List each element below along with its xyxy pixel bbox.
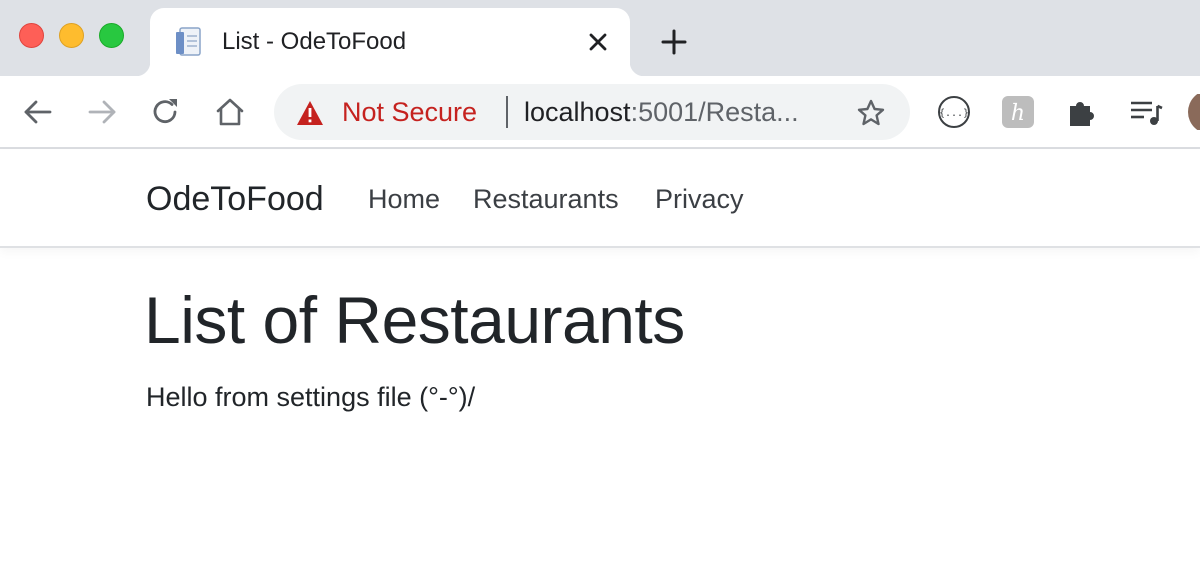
nav-link-privacy[interactable]: Privacy xyxy=(655,184,744,215)
site-brand-link[interactable]: OdeToFood xyxy=(146,180,324,219)
site-navbar: OdeToFood Home Restaurants Privacy xyxy=(0,150,1200,248)
active-tab[interactable]: List - OdeToFood xyxy=(136,8,644,76)
svg-text:{...}: {...} xyxy=(939,108,969,119)
media-playlist-icon[interactable] xyxy=(1128,94,1164,130)
zoom-window-button[interactable] xyxy=(99,23,124,48)
new-tab-plus-icon[interactable] xyxy=(658,26,690,58)
settings-message: Hello from settings file (°-°)/ xyxy=(146,382,476,412)
back-arrow-icon[interactable] xyxy=(20,94,56,130)
page-title: List of Restaurants xyxy=(144,283,685,357)
close-window-button[interactable] xyxy=(19,23,44,48)
document-icon xyxy=(176,27,201,56)
json-viewer-icon[interactable]: {...} xyxy=(936,94,972,130)
minimize-window-button[interactable] xyxy=(59,23,84,48)
url-host: localhost xyxy=(524,97,631,127)
url-text[interactable]: localhost:5001/Resta... xyxy=(524,97,799,128)
puzzle-icon[interactable] xyxy=(1064,94,1100,130)
bookmark-star-icon[interactable] xyxy=(856,98,886,128)
tab-title: List - OdeToFood xyxy=(222,28,407,55)
url-path: :5001/Resta... xyxy=(630,97,799,127)
security-status-label[interactable]: Not Secure xyxy=(342,97,477,128)
warning-triangle-icon[interactable] xyxy=(296,100,324,126)
profile-avatar[interactable] xyxy=(1186,94,1200,130)
browser-toolbar: Not Secure localhost:5001/Resta... {...}… xyxy=(0,76,1200,149)
nav-link-restaurants[interactable]: Restaurants xyxy=(473,184,619,215)
home-icon[interactable] xyxy=(212,94,248,130)
close-tab-icon[interactable] xyxy=(582,26,614,58)
honey-icon[interactable]: h xyxy=(1000,94,1036,130)
forward-arrow-icon[interactable] xyxy=(84,94,120,130)
reload-icon[interactable] xyxy=(148,94,184,130)
nav-link-home[interactable]: Home xyxy=(368,184,440,215)
browser-tab-strip: List - OdeToFood xyxy=(0,0,1200,76)
address-divider xyxy=(506,96,508,128)
address-bar[interactable]: Not Secure localhost:5001/Resta... xyxy=(274,84,910,140)
svg-text:h: h xyxy=(1011,101,1025,126)
